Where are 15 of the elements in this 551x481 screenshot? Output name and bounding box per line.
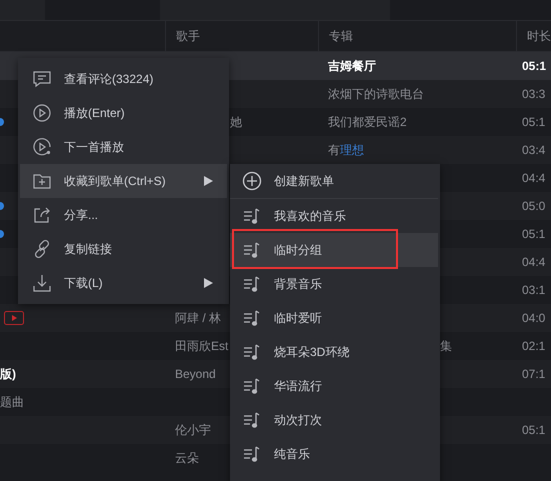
duration: 05:1 — [522, 59, 546, 73]
duration: 05:1 — [522, 227, 546, 241]
song-title: 题曲 — [0, 394, 24, 410]
duration: 02:1 — [522, 339, 546, 353]
duration: 05:1 — [522, 115, 546, 129]
duration: 03:1 — [522, 283, 546, 297]
song-title: 版) — [0, 366, 16, 382]
duration: 04:0 — [522, 311, 546, 325]
duration: 03:3 — [522, 87, 546, 101]
duration: 07:1 — [522, 367, 546, 381]
duration: 05:1 — [522, 423, 546, 437]
duration: 04:4 — [522, 255, 546, 269]
duration: 05:0 — [522, 199, 546, 213]
duration: 03:4 — [522, 143, 546, 157]
duration: 04:4 — [522, 171, 546, 185]
